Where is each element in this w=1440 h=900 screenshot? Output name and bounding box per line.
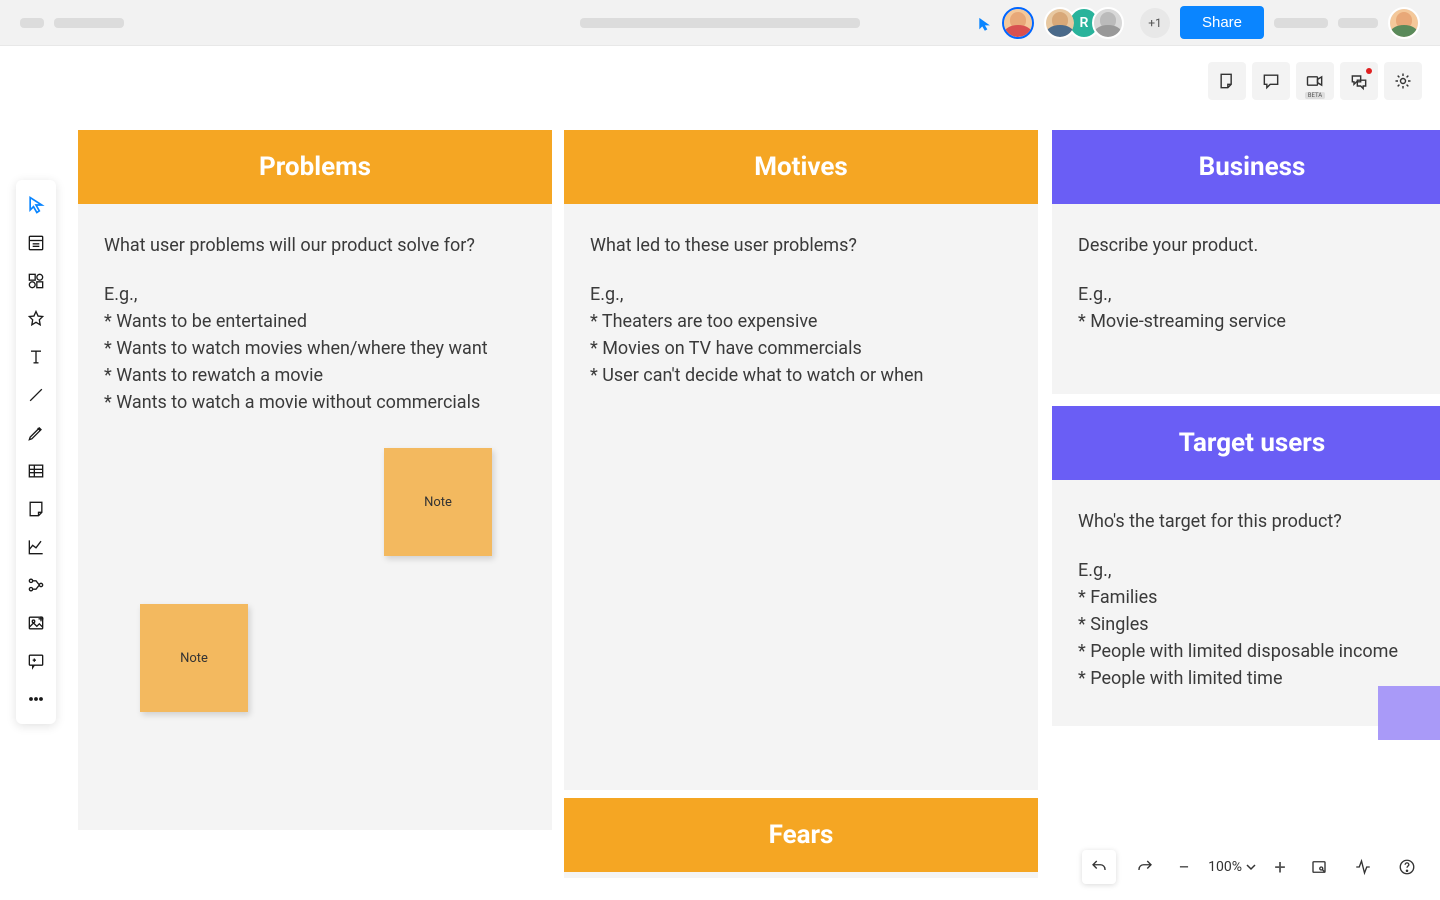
more-tools[interactable] [19,682,53,716]
star-tool[interactable] [19,302,53,336]
avatar-profile[interactable] [1388,7,1420,39]
line-tool[interactable] [19,378,53,412]
image-tool[interactable] [19,606,53,640]
avatar-letter: R [1080,15,1089,31]
column-body-target-users[interactable]: Who's the target for this product? E.g.,… [1052,480,1440,720]
example-line: * Wants to rewatch a movie [104,362,526,389]
avatar-collaborator-3[interactable] [1092,7,1124,39]
header-right-group: R +1 Share [978,6,1420,39]
column-prompt: What user problems will our product solv… [104,232,526,259]
sticky-tool[interactable] [19,492,53,526]
notification-dot-icon [1366,68,1372,74]
shapes-tool[interactable] [19,264,53,298]
table-tool[interactable] [19,454,53,488]
column-body-problems[interactable]: What user problems will our product solv… [78,204,552,444]
example-line: * Theaters are too expensive [590,308,1012,335]
pen-tool[interactable] [19,416,53,450]
example-line: * Movie-streaming service [1078,308,1426,335]
avatar-group: R [1044,7,1124,39]
column-fears[interactable]: Fears [564,798,1038,878]
note-tool-button[interactable] [1208,62,1246,100]
example-lead: E.g., [590,281,1012,308]
example-line: * People with limited disposable income [1078,638,1426,665]
redo-button[interactable] [1130,852,1160,882]
zoom-level[interactable]: 100% [1208,859,1256,875]
text-tool[interactable] [19,340,53,374]
example-line: * Movies on TV have commercials [590,335,1012,362]
avatar-current-user[interactable] [1002,7,1034,39]
comment-tool-button[interactable] [1252,62,1290,100]
header-placeholder-1[interactable] [1274,18,1328,28]
zoom-in-button[interactable]: + [1270,855,1290,879]
video-tool-button[interactable]: BETA [1296,62,1334,100]
frame-comment-tool[interactable] [19,644,53,678]
column-prompt: What led to these user problems? [590,232,1012,259]
example-line: * Families [1078,584,1426,611]
top-header: R +1 Share [0,0,1440,46]
fit-button[interactable] [1304,852,1334,882]
canvas[interactable]: Problems What user problems will our pro… [0,46,1440,900]
header-left-group [20,18,124,28]
menu-placeholder[interactable] [20,18,44,28]
example-line: * Wants to watch movies when/where they … [104,335,526,362]
template-tool[interactable] [19,226,53,260]
zoom-out-button[interactable]: − [1174,855,1194,879]
column-header-business[interactable]: Business [1052,130,1440,204]
activity-button[interactable] [1348,852,1378,882]
chart-tool[interactable] [19,530,53,564]
example-line: * User can't decide what to watch or whe… [590,362,1012,389]
undo-button[interactable] [1082,850,1116,884]
example-line: * Wants to be entertained [104,308,526,335]
sticky-note[interactable]: Note [384,448,492,556]
title-placeholder[interactable] [54,18,124,28]
settings-button[interactable] [1384,62,1422,100]
column-header-fears[interactable]: Fears [564,798,1038,872]
column-motives[interactable]: Motives What led to these user problems?… [564,130,1038,790]
reactions-button[interactable] [1340,62,1378,100]
column-business[interactable]: Business Describe your product. E.g., * … [1052,130,1440,394]
column-body-business[interactable]: Describe your product. E.g., * Movie-str… [1052,204,1440,363]
example-lead: E.g., [1078,281,1426,308]
cursor-icon [978,16,992,30]
help-button[interactable] [1392,852,1422,882]
column-prompt: Describe your product. [1078,232,1426,259]
secondary-toolbar: BETA [1208,62,1422,100]
example-lead: E.g., [104,281,526,308]
example-line: * Wants to watch a movie without commerc… [104,389,526,416]
example-line: * Singles [1078,611,1426,638]
column-header-motives[interactable]: Motives [564,130,1038,204]
mindmap-tool[interactable] [19,568,53,602]
column-target-users[interactable]: Target users Who's the target for this p… [1052,406,1440,726]
left-toolbar [16,180,56,724]
bottom-toolbar: − 100% + [1082,850,1422,884]
sticky-note[interactable]: Note [140,604,248,712]
select-tool[interactable] [19,188,53,222]
column-header-problems[interactable]: Problems [78,130,552,204]
column-body-motives[interactable]: What led to these user problems? E.g., *… [564,204,1038,417]
header-placeholder-2[interactable] [1338,18,1378,28]
doc-title-placeholder[interactable] [580,18,860,28]
column-header-target-users[interactable]: Target users [1052,406,1440,480]
column-prompt: Who's the target for this product? [1078,508,1426,535]
partial-block[interactable] [1378,686,1440,740]
example-line: * People with limited time [1078,665,1426,692]
beta-badge: BETA [1305,92,1325,99]
share-button[interactable]: Share [1180,6,1264,39]
avatar-overflow-count[interactable]: +1 [1140,8,1170,38]
example-lead: E.g., [1078,557,1426,584]
chevron-down-icon [1246,862,1256,872]
header-center-group [580,18,860,28]
